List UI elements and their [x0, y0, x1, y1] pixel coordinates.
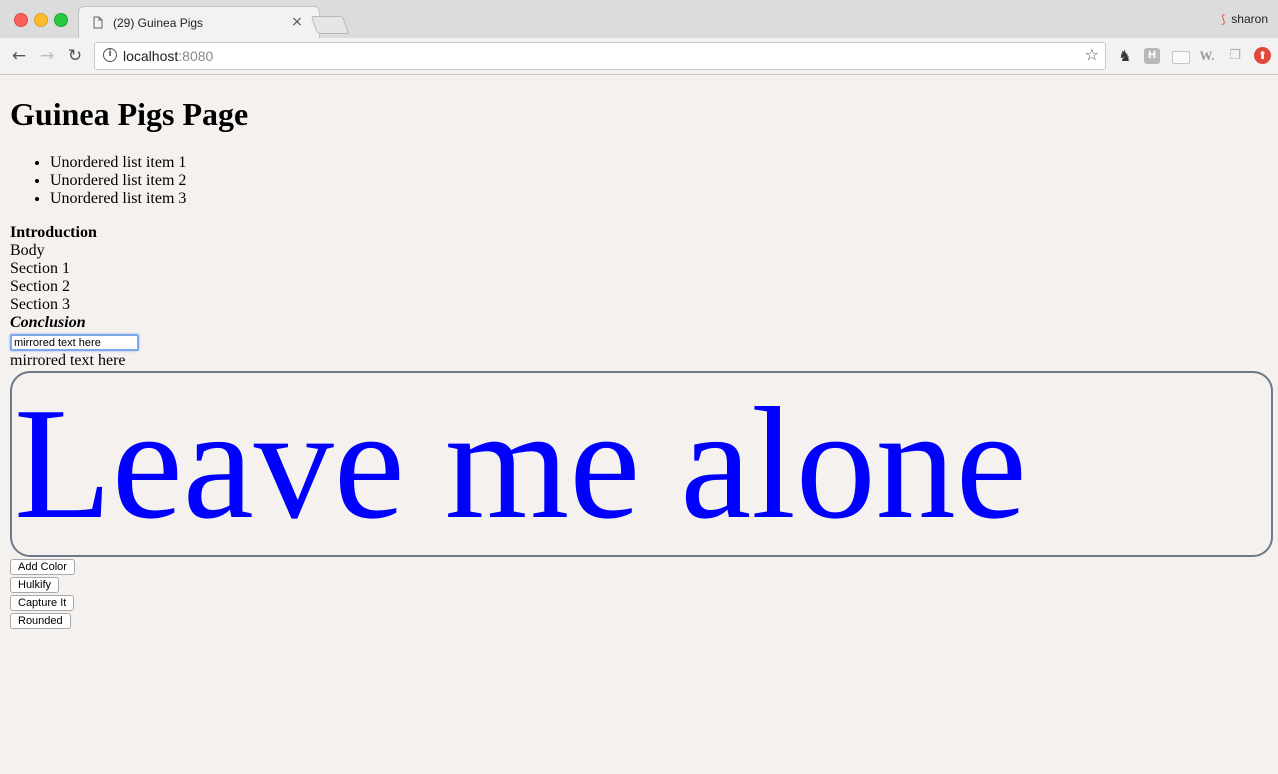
- address-bar[interactable]: i localhost:8080 ☆: [94, 42, 1106, 70]
- info-icon[interactable]: i: [103, 48, 117, 62]
- url-port: :8080: [178, 48, 214, 64]
- section-3-text: Section 3: [10, 296, 70, 313]
- body-text: Body: [10, 242, 45, 259]
- tab-title: (29) Guinea Pigs: [113, 16, 204, 30]
- mirror-input[interactable]: [10, 334, 139, 351]
- add-color-button[interactable]: Add Color: [10, 559, 75, 575]
- back-arrow-icon[interactable]: ←: [8, 45, 30, 67]
- section-1-text: Section 1: [10, 260, 70, 277]
- evernote-icon[interactable]: ♞: [1116, 47, 1134, 65]
- url-text[interactable]: localhost:8080: [123, 48, 213, 64]
- profile-icon: ⟆: [1221, 13, 1226, 26]
- profile-name: sharon: [1231, 12, 1268, 26]
- profile-button[interactable]: ⟆ sharon: [1221, 12, 1268, 26]
- forward-arrow-icon[interactable]: →: [36, 45, 58, 67]
- url-host: localhost: [123, 48, 179, 64]
- intro-text: Introduction: [10, 224, 97, 241]
- extension-card-icon[interactable]: [1172, 51, 1190, 64]
- window-close-button[interactable]: [14, 13, 28, 27]
- toolbar: ← → ↻ i localhost:8080 ☆ ♞ H W. ❐ ⬆: [0, 38, 1278, 75]
- tab-strip: (29) Guinea Pigs × ⟆ sharon: [0, 0, 1278, 39]
- extension-copy-icon[interactable]: ❐: [1226, 47, 1244, 65]
- rounded-button[interactable]: Rounded: [10, 613, 71, 629]
- list-item: Unordered list item 2: [50, 172, 186, 190]
- reload-icon[interactable]: ↻: [64, 45, 86, 67]
- page-title: Guinea Pigs Page: [10, 96, 249, 132]
- mirror-output: mirrored text here: [10, 352, 126, 369]
- extension-upload-icon[interactable]: ⬆: [1254, 47, 1271, 64]
- page-icon: [93, 16, 103, 29]
- unordered-list: Unordered list item 1 Unordered list ite…: [0, 154, 186, 208]
- new-tab-button[interactable]: [310, 16, 350, 34]
- page-content: Guinea Pigs Page Unordered list item 1 U…: [0, 75, 1278, 774]
- browser-chrome: (29) Guinea Pigs × ⟆ sharon ← → ↻ i local…: [0, 0, 1278, 75]
- extension-h-icon[interactable]: H: [1144, 48, 1160, 64]
- tab-guinea-pigs[interactable]: (29) Guinea Pigs ×: [78, 6, 320, 39]
- conclusion-text: Conclusion: [10, 314, 86, 331]
- list-item: Unordered list item 3: [50, 190, 186, 208]
- bookmark-star-icon[interactable]: ☆: [1085, 45, 1099, 64]
- sections: Introduction Body Section 1 Section 2 Se…: [10, 224, 97, 332]
- leave-me-alone-box: Leave me alone: [10, 371, 1273, 557]
- capture-it-button[interactable]: Capture It: [10, 595, 75, 611]
- extension-w-icon[interactable]: W.: [1198, 47, 1216, 65]
- section-2-text: Section 2: [10, 278, 70, 295]
- list-item: Unordered list item 1: [50, 154, 186, 172]
- window-minimize-button[interactable]: [34, 13, 48, 27]
- big-text: Leave me alone: [14, 374, 1027, 552]
- tab-close-icon[interactable]: ×: [287, 12, 307, 32]
- hulkify-button[interactable]: Hulkify: [10, 577, 60, 593]
- window-maximize-button[interactable]: [54, 13, 68, 27]
